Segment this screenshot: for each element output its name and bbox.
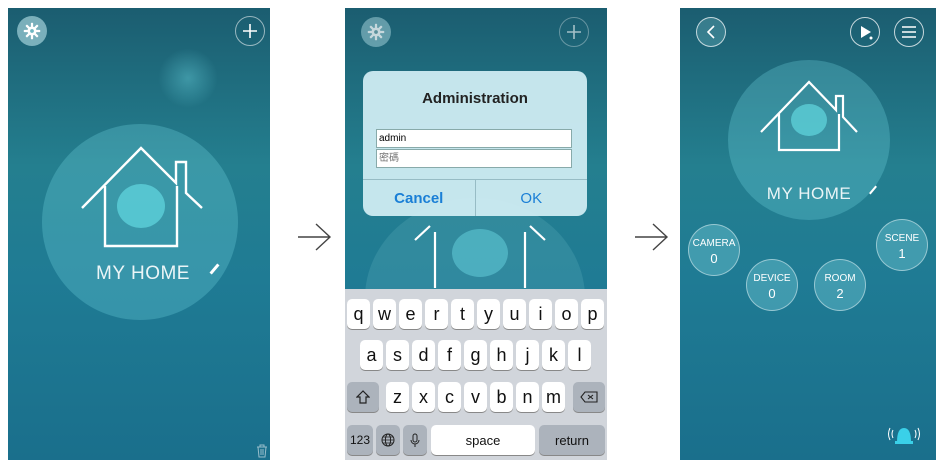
key[interactable]: x xyxy=(412,382,435,412)
key[interactable]: j xyxy=(516,340,539,370)
scene-count: 1 xyxy=(898,246,906,261)
plus-icon xyxy=(567,25,581,39)
home-screen: MY HOME xyxy=(8,8,270,460)
hamburger-icon xyxy=(902,26,916,38)
settings-button[interactable] xyxy=(361,17,391,47)
chevron-left-icon xyxy=(706,25,715,39)
add-button[interactable] xyxy=(235,16,265,46)
key[interactable]: e xyxy=(399,299,422,329)
keyboard: q w e r t y u i o p a s d f g h j k l z … xyxy=(345,289,607,460)
key[interactable]: g xyxy=(464,340,487,370)
globe-key[interactable] xyxy=(376,425,400,455)
key[interactable]: z xyxy=(386,382,409,412)
background-glow xyxy=(158,48,218,108)
administration-dialog: Administration Cancel OK xyxy=(363,71,587,216)
camera-label: CAMERA xyxy=(692,238,736,249)
gear-icon xyxy=(367,23,385,41)
house-icon xyxy=(81,146,203,248)
key[interactable]: p xyxy=(581,299,604,329)
play-icon xyxy=(861,26,873,40)
key[interactable]: v xyxy=(464,382,487,412)
camera-stat[interactable]: CAMERA 0 xyxy=(688,224,740,276)
shift-icon xyxy=(356,390,370,404)
house-icon xyxy=(760,80,858,152)
return-key[interactable]: return xyxy=(539,425,605,455)
ok-button[interactable]: OK xyxy=(476,180,588,216)
arrow-right-icon xyxy=(298,223,332,251)
key[interactable]: m xyxy=(542,382,565,412)
home-label: MY HOME xyxy=(96,263,190,284)
menu-button[interactable] xyxy=(894,17,924,47)
key[interactable]: f xyxy=(438,340,461,370)
space-key[interactable]: space xyxy=(431,425,535,455)
key[interactable]: t xyxy=(451,299,474,329)
device-label: DEVICE xyxy=(753,273,791,284)
key[interactable]: r xyxy=(425,299,448,329)
house-icon xyxy=(414,225,546,288)
plus-icon xyxy=(243,24,257,38)
key[interactable]: b xyxy=(490,382,513,412)
scene-stat[interactable]: SCENE 1 xyxy=(876,219,928,271)
key[interactable]: k xyxy=(542,340,565,370)
device-stat[interactable]: DEVICE 0 xyxy=(746,259,798,311)
username-field[interactable] xyxy=(376,129,572,148)
home-label: MY HOME xyxy=(766,184,852,203)
room-label: ROOM xyxy=(824,273,856,284)
key[interactable]: a xyxy=(360,340,383,370)
arrow-right-icon xyxy=(635,223,669,251)
scene-label: SCENE xyxy=(884,233,920,244)
gear-icon xyxy=(23,22,41,40)
alarm-icon[interactable] xyxy=(888,422,920,446)
backspace-icon xyxy=(580,391,598,403)
key[interactable]: l xyxy=(568,340,591,370)
key[interactable]: s xyxy=(386,340,409,370)
play-button[interactable] xyxy=(850,17,880,47)
add-button[interactable] xyxy=(559,17,589,47)
key[interactable]: c xyxy=(438,382,461,412)
dialog-title: Administration xyxy=(422,90,528,107)
delete-key[interactable] xyxy=(573,382,605,412)
numbers-key[interactable]: 123 xyxy=(347,425,373,455)
room-count: 2 xyxy=(836,286,844,301)
back-button[interactable] xyxy=(696,17,726,47)
password-field[interactable] xyxy=(376,149,572,168)
settings-button[interactable] xyxy=(17,16,47,46)
key[interactable]: h xyxy=(490,340,513,370)
device-count: 0 xyxy=(768,286,776,301)
key[interactable]: y xyxy=(477,299,500,329)
trash-icon[interactable] xyxy=(256,444,268,458)
camera-count: 0 xyxy=(710,251,718,266)
key[interactable]: d xyxy=(412,340,435,370)
key[interactable]: n xyxy=(516,382,539,412)
key[interactable]: u xyxy=(503,299,526,329)
key[interactable]: w xyxy=(373,299,396,329)
key[interactable]: q xyxy=(347,299,370,329)
microphone-icon xyxy=(410,433,420,447)
globe-icon xyxy=(381,433,395,447)
dictation-key[interactable] xyxy=(403,425,427,455)
key[interactable]: i xyxy=(529,299,552,329)
key[interactable]: o xyxy=(555,299,578,329)
cancel-button[interactable]: Cancel xyxy=(363,180,476,216)
login-screen: Administration Cancel OK q w e r t y u i… xyxy=(345,8,607,460)
shift-key[interactable] xyxy=(347,382,379,412)
room-stat[interactable]: ROOM 2 xyxy=(814,259,866,311)
dashboard-screen: MY HOME CAMERA 0 SCENE 1 DEVICE 0 ROOM 2 xyxy=(680,8,936,460)
